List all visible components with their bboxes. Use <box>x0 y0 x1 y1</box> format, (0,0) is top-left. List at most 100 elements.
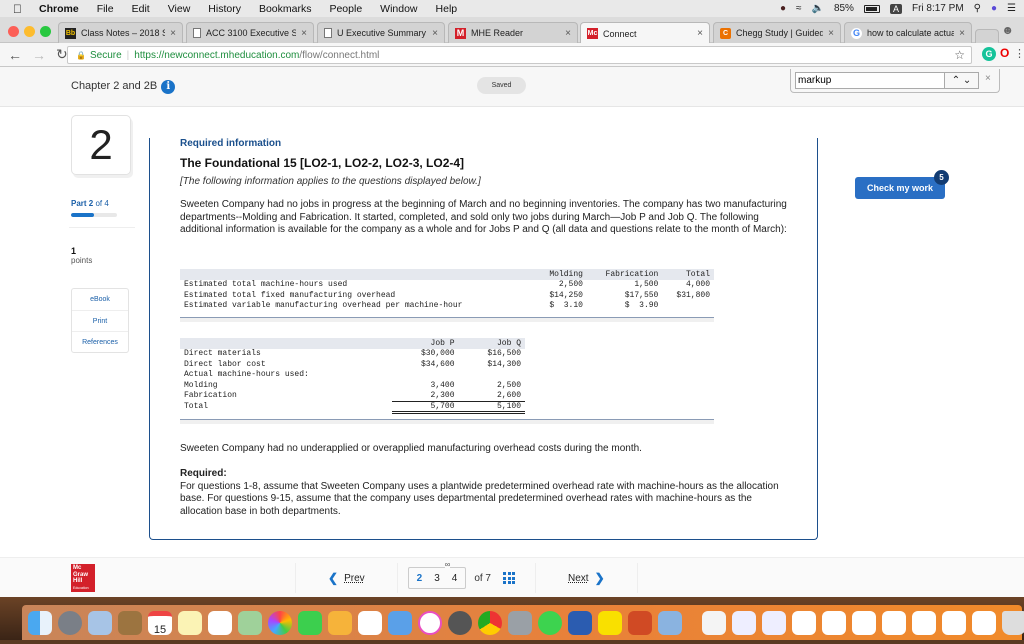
find-next-icon[interactable]: ⌄ <box>963 75 971 86</box>
tab-close-icon[interactable]: × <box>697 28 703 39</box>
messages-status-icon[interactable]: ● <box>780 3 786 14</box>
grammarly-extension-icon[interactable]: G <box>982 47 996 61</box>
pages-icon[interactable] <box>328 610 352 635</box>
minimized-window-icon[interactable] <box>732 610 756 635</box>
itunes-icon[interactable] <box>418 610 442 635</box>
back-icon[interactable]: ← <box>8 47 22 63</box>
apple-icon[interactable]:  <box>13 2 27 16</box>
table-row: Estimated total fixed manufacturing over… <box>180 290 714 301</box>
system-preferences-icon[interactable] <box>448 610 472 635</box>
reload-icon[interactable]: ↻ <box>56 46 68 63</box>
find-previous-icon[interactable]: ⌃ <box>952 75 960 86</box>
chrome-menu-icon[interactable]: ⋮ <box>1014 47 1024 60</box>
menu-help[interactable]: Help <box>436 3 458 15</box>
spotlight-search-icon[interactable]: ⚲ <box>974 3 981 14</box>
volume-icon[interactable]: 🔈 <box>811 3 823 14</box>
window-zoom-button[interactable] <box>40 26 51 37</box>
window-minimize-button[interactable] <box>24 26 35 37</box>
preview-icon[interactable] <box>658 610 682 635</box>
tab-close-icon[interactable]: × <box>301 28 307 39</box>
tab-close-icon[interactable]: × <box>170 28 176 39</box>
menu-file[interactable]: File <box>97 3 114 15</box>
finder-icon[interactable] <box>28 610 52 635</box>
facetime-icon[interactable] <box>298 610 322 635</box>
profile-icon[interactable]: ☻ <box>1001 23 1014 37</box>
find-close-icon[interactable]: × <box>985 73 991 84</box>
notification-center-icon[interactable]: ☰ <box>1007 3 1016 14</box>
menu-window[interactable]: Window <box>380 3 417 15</box>
input-source-icon[interactable]: A <box>889 3 902 14</box>
next-button[interactable]: Next ❯ <box>536 571 637 585</box>
page-button-current[interactable]: 2 <box>417 573 423 584</box>
page-button[interactable]: 3 <box>434 573 440 584</box>
mail-icon[interactable] <box>88 610 112 635</box>
downloads-icon[interactable] <box>508 610 532 635</box>
tab-u-executive-summary[interactable]: U Executive Summary × <box>317 22 445 43</box>
calendar-icon[interactable]: 15 <box>148 610 172 636</box>
contacts-icon[interactable] <box>118 610 142 635</box>
opera-extension-icon[interactable]: O <box>1000 46 1009 60</box>
wifi-icon[interactable]: ≈ <box>796 3 802 14</box>
forward-icon[interactable]: → <box>32 47 46 63</box>
menu-people[interactable]: People <box>329 3 362 15</box>
minimized-window-icon[interactable] <box>762 610 786 635</box>
tab-label: U Executive Summary <box>337 28 427 38</box>
new-tab-button[interactable] <box>975 29 999 43</box>
bookmark-star-icon[interactable]: ☆ <box>954 48 965 62</box>
tab-acc-3100[interactable]: ACC 3100 Executive S × <box>186 22 314 43</box>
menu-bookmarks[interactable]: Bookmarks <box>259 3 312 15</box>
kakaotalk-icon[interactable] <box>598 610 622 635</box>
minimized-window-icon[interactable] <box>822 610 846 635</box>
address-bar[interactable]: 🔒 Secure | https://newconnect.mheducatio… <box>67 46 972 64</box>
print-button[interactable]: Print <box>72 310 128 331</box>
powerpoint-icon[interactable] <box>628 610 652 635</box>
tab-google-search[interactable]: G how to calculate actual × <box>844 22 972 43</box>
grid-view-icon[interactable] <box>503 572 515 584</box>
menu-view[interactable]: View <box>168 3 191 15</box>
info-icon[interactable]: i <box>161 80 176 94</box>
prev-button[interactable]: ❮ Prev <box>296 571 397 585</box>
menu-edit[interactable]: Edit <box>132 3 150 15</box>
minimized-window-icon[interactable] <box>852 610 876 635</box>
minimized-window-icon[interactable] <box>942 610 966 635</box>
chrome-icon[interactable] <box>478 610 502 635</box>
launchpad-icon[interactable] <box>58 610 82 635</box>
minimized-window-icon[interactable] <box>792 610 816 635</box>
table-footer-bar <box>180 419 714 424</box>
tab-mhe-reader[interactable]: M MHE Reader × <box>448 22 578 43</box>
notes-icon[interactable] <box>178 610 202 635</box>
document-stack-icon[interactable] <box>702 610 726 635</box>
tab-class-notes[interactable]: Bb Class Notes – 2018 Su × <box>58 22 183 43</box>
minimized-window-icon[interactable] <box>882 610 906 635</box>
keynote-icon[interactable] <box>388 610 412 635</box>
reminders-icon[interactable] <box>208 610 232 635</box>
menu-app-name[interactable]: Chrome <box>39 3 79 15</box>
tab-chegg[interactable]: C Chegg Study | Guided × <box>713 22 841 43</box>
tab-close-icon[interactable]: × <box>432 28 438 39</box>
tab-close-icon[interactable]: × <box>828 28 834 39</box>
cell-job-q: 5,100 <box>458 401 525 414</box>
battery-icon[interactable] <box>863 4 880 13</box>
battery-percent[interactable]: 85% <box>834 3 854 14</box>
window-close-button[interactable] <box>8 26 19 37</box>
whatsapp-icon[interactable] <box>538 610 562 635</box>
check-my-work-button[interactable]: Check my work <box>855 177 945 199</box>
trash-icon[interactable] <box>1002 610 1024 635</box>
menu-history[interactable]: History <box>208 3 241 15</box>
clock[interactable]: Fri 8:17 PM <box>912 3 964 14</box>
word-icon[interactable] <box>568 610 592 635</box>
ebook-button[interactable]: eBook <box>72 289 128 310</box>
numbers-icon[interactable] <box>358 610 382 635</box>
photos-icon[interactable] <box>268 610 292 635</box>
question-content: Required information The Foundational 15… <box>149 138 818 540</box>
tab-close-icon[interactable]: × <box>959 28 965 39</box>
tab-close-icon[interactable]: × <box>565 28 571 39</box>
siri-icon[interactable]: ● <box>991 3 997 14</box>
minimized-window-icon[interactable] <box>972 610 996 635</box>
tab-connect[interactable]: Mc Connect × <box>580 22 710 44</box>
find-input[interactable] <box>795 72 945 89</box>
minimized-window-icon[interactable] <box>912 610 936 635</box>
references-button[interactable]: References <box>72 331 128 352</box>
page-button[interactable]: 4 <box>452 573 458 584</box>
maps-icon[interactable] <box>238 610 262 635</box>
